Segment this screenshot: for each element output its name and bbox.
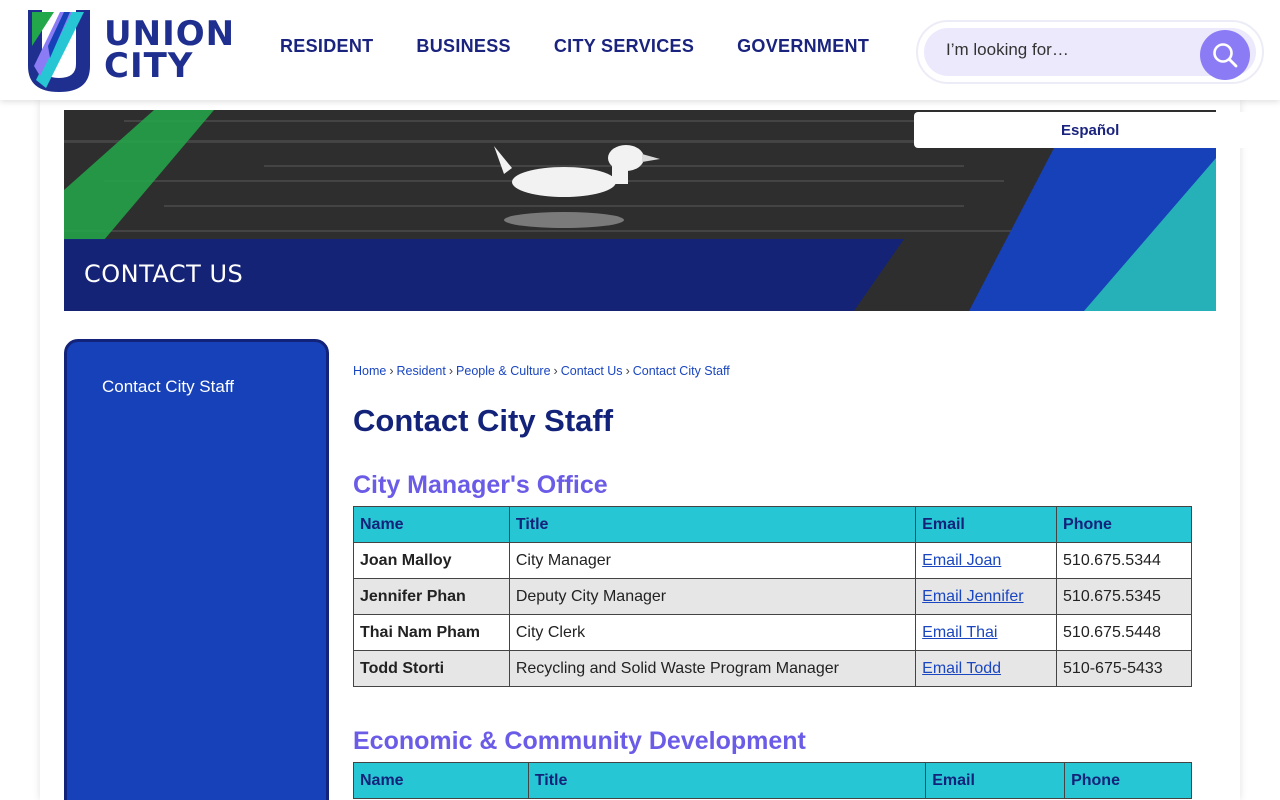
staff-title: City Clerk (508, 614, 917, 651)
column-header-name: Name (353, 762, 529, 799)
breadcrumb-resident[interactable]: Resident (397, 364, 446, 378)
breadcrumb: Home › Resident › People & Culture › Contact U… (353, 364, 730, 378)
site-logo[interactable]: UNION CITY (24, 6, 239, 94)
staff-title: City Manager (508, 542, 917, 579)
staff-name: Joan Malloy (353, 542, 510, 579)
table-header-row: Name Title Email Phone (353, 506, 1192, 543)
staff-email-cell: Email Todd (915, 650, 1058, 687)
column-header-title: Title (527, 762, 927, 799)
table-row: Todd Storti Recycling and Solid Waste Pr… (353, 650, 1192, 687)
staff-phone: 510.675.5344 (1056, 542, 1192, 579)
logo-line-2: CITY (104, 46, 194, 86)
sidebar-item-contact-city-staff[interactable]: Contact City Staff (102, 377, 234, 397)
breadcrumb-separator: › (448, 364, 454, 378)
staff-phone: 510.675.5448 (1056, 614, 1192, 651)
search-field-wrapper (924, 28, 1256, 80)
staff-email-cell: Email Jennifer (915, 578, 1058, 615)
staff-name: Thai Nam Pham (353, 614, 510, 651)
search-box (916, 20, 1264, 84)
section-title-city-managers-office: City Manager's Office (353, 471, 608, 499)
table-header-row: Name Title Email Phone (353, 762, 1192, 799)
breadcrumb-people-culture[interactable]: People & Culture (456, 364, 551, 378)
nav-city-services[interactable]: CITY SERVICES (554, 36, 694, 57)
staff-email-link[interactable]: Email Joan (922, 552, 1001, 569)
search-button[interactable] (1200, 30, 1250, 80)
table-row: Jennifer Phan Deputy City Manager Email … (353, 578, 1192, 615)
breadcrumb-contact-us[interactable]: Contact Us (561, 364, 623, 378)
staff-name: Jennifer Phan (353, 578, 510, 615)
table-row: Joan Malloy City Manager Email Joan 510.… (353, 542, 1192, 579)
logo-wordmark: UNION CITY (104, 17, 235, 86)
union-city-logo-mark (28, 10, 90, 92)
nav-resident[interactable]: RESIDENT (280, 36, 373, 57)
staff-title: Recycling and Solid Waste Program Manage… (508, 650, 917, 687)
sidebar-nav: Contact City Staff (64, 339, 329, 800)
column-header-email: Email (925, 762, 1066, 799)
nav-business[interactable]: BUSINESS (416, 36, 510, 57)
column-header-phone: Phone (1056, 506, 1192, 543)
column-header-phone: Phone (1064, 762, 1192, 799)
staff-phone: 510-675-5433 (1056, 650, 1192, 687)
breadcrumb-separator: › (625, 364, 630, 378)
staff-phone: 510.675.5345 (1056, 578, 1192, 615)
staff-title: Deputy City Manager (508, 578, 917, 615)
breadcrumb-contact-city-staff[interactable]: Contact City Staff (633, 364, 730, 378)
breadcrumb-separator: › (553, 364, 558, 378)
column-header-title: Title (508, 506, 917, 543)
language-toggle[interactable]: Español (914, 112, 1280, 148)
staff-table-city-managers-office: Name Title Email Phone Joan Malloy City … (353, 506, 1192, 687)
breadcrumb-separator: › (389, 364, 394, 378)
search-icon (1213, 43, 1238, 68)
nav-government[interactable]: GOVERNMENT (737, 36, 869, 57)
table-row: Thai Nam Pham City Clerk Email Thai 510.… (353, 614, 1192, 651)
staff-table-economic-community-development: Name Title Email Phone (353, 762, 1192, 799)
staff-email-link[interactable]: Email Jennifer (922, 588, 1023, 605)
search-input[interactable] (946, 40, 1186, 60)
staff-email-cell: Email Joan (915, 542, 1058, 579)
staff-email-link[interactable]: Email Todd (922, 660, 1001, 677)
site-header: UNION CITY RESIDENT BUSINESS CITY SERVIC… (0, 0, 1280, 100)
page-title: Contact City Staff (353, 403, 614, 438)
column-header-email: Email (915, 506, 1058, 543)
main-nav: RESIDENT BUSINESS CITY SERVICES GOVERNME… (280, 36, 912, 57)
section-title-economic-community-development: Economic & Community Development (353, 727, 806, 755)
staff-email-link[interactable]: Email Thai (922, 624, 997, 641)
language-link[interactable]: Español (1061, 122, 1119, 139)
staff-name: Todd Storti (353, 650, 510, 687)
banner-title: CONTACT US (84, 260, 244, 288)
staff-email-cell: Email Thai (915, 614, 1058, 651)
breadcrumb-home[interactable]: Home (353, 364, 386, 378)
column-header-name: Name (353, 506, 510, 543)
